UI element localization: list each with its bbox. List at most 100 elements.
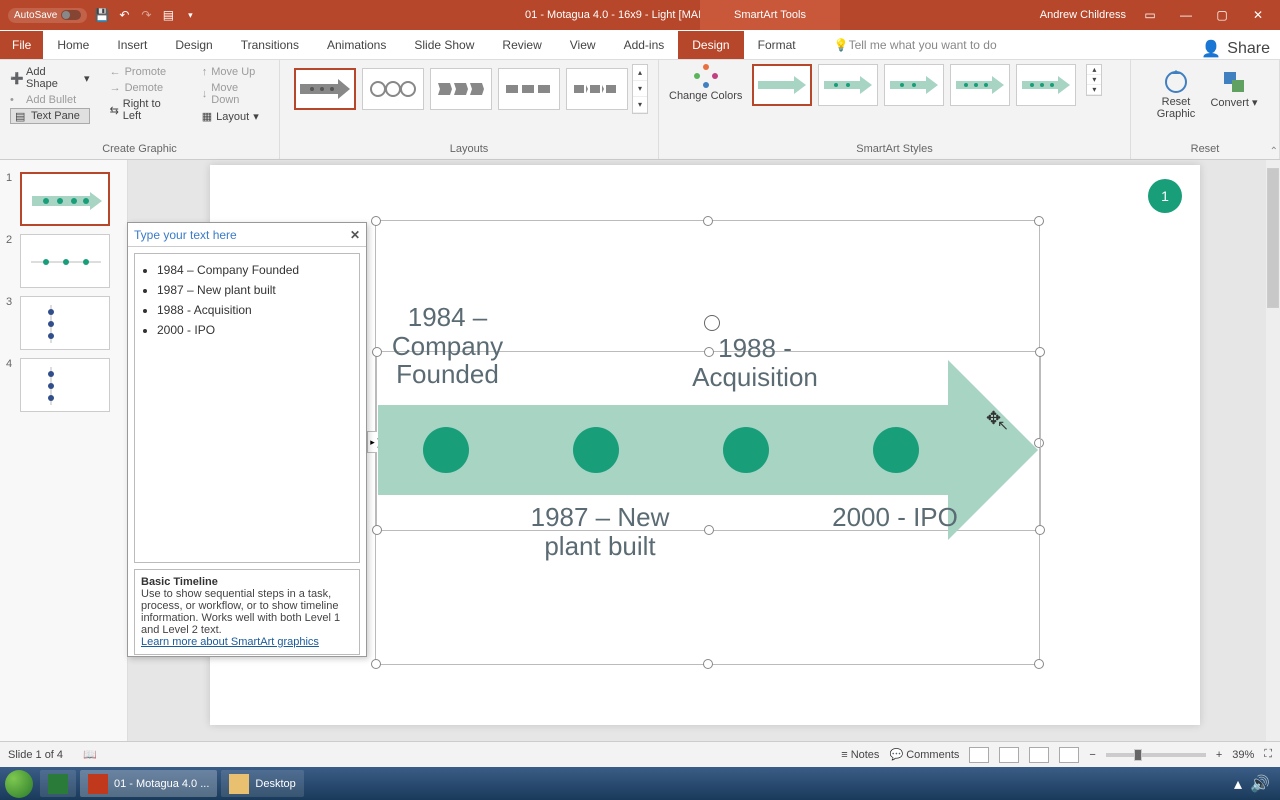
tab-animations[interactable]: Animations <box>313 31 400 59</box>
system-tray[interactable]: ▴ 🔊 <box>1234 774 1280 794</box>
tab-addins[interactable]: Add-ins <box>610 31 679 59</box>
timeline-node-1[interactable] <box>423 427 469 473</box>
change-colors-button[interactable]: Change Colors <box>669 64 742 102</box>
styles-scroll[interactable]: ▴▾▾ <box>1086 64 1102 96</box>
thumbnail-1[interactable] <box>20 172 110 226</box>
timeline-node-4[interactable] <box>873 427 919 473</box>
sorter-view-button[interactable] <box>999 747 1019 763</box>
share-button[interactable]: 👤Share <box>1201 39 1270 59</box>
timeline-node-2[interactable] <box>573 427 619 473</box>
add-shape-button[interactable]: ➕Add Shape ▾ <box>10 64 90 92</box>
timeline-label-3[interactable]: 1988 - Acquisition <box>680 334 830 391</box>
tell-me[interactable]: 💡 Tell me what you want to do <box>820 31 1011 59</box>
reset-graphic-button[interactable]: Reset Graphic <box>1151 68 1201 120</box>
notes-button[interactable]: ≡ Notes <box>841 749 879 761</box>
layout-timeline[interactable] <box>294 68 356 110</box>
styles-gallery <box>752 64 1076 106</box>
zoom-slider[interactable] <box>1106 753 1206 757</box>
text-pane-button[interactable]: ▤Text Pane <box>10 108 90 124</box>
text-pane-item[interactable]: 2000 - IPO <box>157 320 353 340</box>
text-pane-item[interactable]: 1984 – Company Founded <box>157 260 353 280</box>
thumbnail-3[interactable] <box>20 296 110 350</box>
layout-opt5[interactable] <box>566 68 628 110</box>
layout-opt4[interactable] <box>498 68 560 110</box>
move-up-button[interactable]: ↑ Move Up <box>202 64 269 80</box>
zoom-out-button[interactable]: − <box>1089 749 1095 761</box>
style-opt5[interactable] <box>1016 64 1076 106</box>
style-opt2[interactable] <box>818 64 878 106</box>
zoom-level[interactable]: 39% <box>1232 749 1254 761</box>
task-excel[interactable] <box>40 770 76 797</box>
text-pane-item[interactable]: 1988 - Acquisition <box>157 300 353 320</box>
convert-button[interactable]: Convert ▾ <box>1209 68 1259 109</box>
add-bullet-button[interactable]: •Add Bullet <box>10 92 90 108</box>
expand-text-pane-tab[interactable]: ▸ <box>367 431 377 453</box>
excel-icon <box>48 774 68 794</box>
layout-button[interactable]: ▦ Layout ▾ <box>202 108 269 125</box>
demote-button[interactable]: → Demote <box>110 80 182 96</box>
qat-dropdown-icon[interactable]: ▾ <box>183 8 197 22</box>
tray-up-icon[interactable]: ▴ <box>1234 774 1242 794</box>
close-icon[interactable]: ✕ <box>1246 8 1270 22</box>
text-pane[interactable]: Type your text here ✕ 1984 – Company Fou… <box>127 222 367 657</box>
vertical-scrollbar[interactable] <box>1266 160 1280 760</box>
tab-design[interactable]: Design <box>161 31 226 59</box>
style-opt3[interactable] <box>884 64 944 106</box>
thumbnail-4[interactable] <box>20 358 110 412</box>
folder-icon <box>229 774 249 794</box>
style-opt4[interactable] <box>950 64 1010 106</box>
promote-button[interactable]: ← Promote <box>110 64 182 80</box>
reading-view-button[interactable] <box>1029 747 1049 763</box>
text-pane-body[interactable]: 1984 – Company Founded 1987 – New plant … <box>134 253 360 563</box>
layouts-scroll[interactable]: ▴▾▾ <box>632 64 648 114</box>
tab-smartart-design[interactable]: Design <box>678 31 743 59</box>
timeline-node-3[interactable] <box>723 427 769 473</box>
task-powerpoint[interactable]: 01 - Motagua 4.0 ... <box>80 770 217 797</box>
timeline-label-2[interactable]: 1987 – New plant built <box>530 503 670 560</box>
tab-smartart-format[interactable]: Format <box>744 31 810 59</box>
rotate-handle-icon[interactable] <box>704 315 720 331</box>
account-name[interactable]: Andrew Childress <box>1040 9 1126 21</box>
minimize-icon[interactable]: — <box>1174 8 1198 22</box>
volume-icon[interactable]: 🔊 <box>1250 774 1270 794</box>
redo-icon[interactable]: ↷ <box>139 8 153 22</box>
fit-window-button[interactable]: ⛶ <box>1264 748 1272 761</box>
layout-opt3[interactable] <box>430 68 492 110</box>
move-down-button[interactable]: ↓ Move Down <box>202 80 269 108</box>
reset-icon <box>1162 68 1190 96</box>
thumb-num-2: 2 <box>6 234 16 246</box>
timeline-label-4[interactable]: 2000 - IPO <box>820 503 970 532</box>
tab-review[interactable]: Review <box>488 31 555 59</box>
slide-indicator[interactable]: Slide 1 of 4 <box>8 749 63 761</box>
comments-button[interactable]: 💬 Comments <box>889 748 959 761</box>
tab-transitions[interactable]: Transitions <box>227 31 313 59</box>
thumbnail-2[interactable] <box>20 234 110 288</box>
collapse-ribbon-icon[interactable]: ⌃ <box>1270 146 1278 157</box>
maximize-icon[interactable]: ▢ <box>1210 8 1234 22</box>
save-icon[interactable]: 💾 <box>95 8 109 22</box>
ribbon-display-icon[interactable]: ▭ <box>1138 8 1162 22</box>
tab-insert[interactable]: Insert <box>103 31 161 59</box>
slideshow-view-button[interactable] <box>1059 747 1079 763</box>
tab-slideshow[interactable]: Slide Show <box>400 31 488 59</box>
start-button[interactable] <box>0 767 38 800</box>
learn-more-link[interactable]: Learn more about SmartArt graphics <box>141 636 319 648</box>
zoom-in-button[interactable]: + <box>1216 749 1222 761</box>
tab-home[interactable]: Home <box>43 31 103 59</box>
spellcheck-icon[interactable]: 📖 <box>83 748 97 761</box>
contextual-tab-label: SmartArt Tools <box>700 0 840 30</box>
tab-view[interactable]: View <box>556 31 610 59</box>
layout-opt2[interactable] <box>362 68 424 110</box>
undo-icon[interactable]: ↶ <box>117 8 131 22</box>
text-pane-icon: ▤ <box>15 110 27 122</box>
text-pane-item[interactable]: 1987 – New plant built <box>157 280 353 300</box>
autosave-toggle[interactable]: AutoSave <box>8 8 87 23</box>
timeline-label-1[interactable]: 1984 – Company Founded <box>385 303 510 389</box>
rtl-button[interactable]: ⇆ Right to Left <box>110 96 182 124</box>
normal-view-button[interactable] <box>969 747 989 763</box>
tab-file[interactable]: File <box>0 31 43 59</box>
task-desktop[interactable]: Desktop <box>221 770 303 797</box>
style-opt1[interactable] <box>752 64 812 106</box>
text-pane-close-icon[interactable]: ✕ <box>350 228 360 242</box>
start-icon[interactable]: ▤ <box>161 8 175 22</box>
